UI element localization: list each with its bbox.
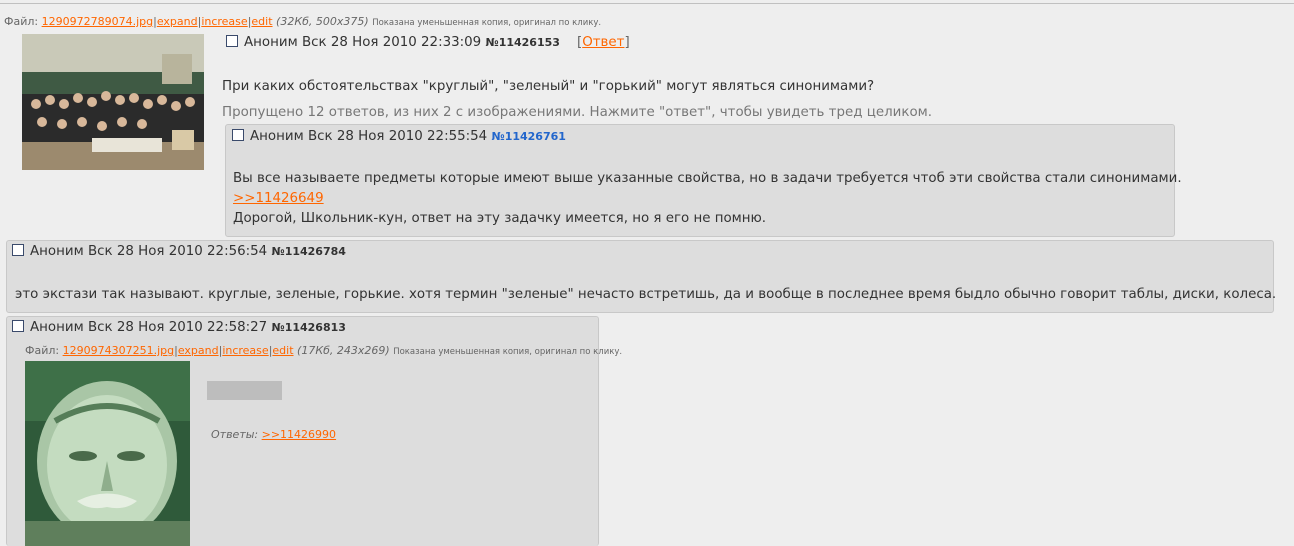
file-label: Файл:	[4, 15, 39, 28]
op-post-number[interactable]: №11426153	[485, 36, 559, 49]
op-reply-link[interactable]: Ответ	[582, 35, 624, 50]
op-edit-link[interactable]: edit	[251, 15, 272, 28]
reply1-message-line1: Вы все называете предметы которые имеют …	[233, 171, 1182, 186]
op-file-meta: (32Кб, 500x375)	[276, 15, 369, 28]
class-photo-image	[22, 34, 204, 170]
op-thumbnail-image[interactable]	[22, 34, 204, 170]
answers-link[interactable]: >>11426990	[262, 428, 336, 441]
top-divider	[0, 3, 1294, 4]
reply3-file-meta: (17Кб, 243x269)	[297, 344, 390, 357]
reply3-increase-link[interactable]: increase	[222, 344, 268, 357]
reply1-author: Аноним	[250, 129, 304, 144]
reply1-header: Аноним Вск 28 Ноя 2010 22:55:54 №1142676…	[232, 129, 566, 144]
op-header: Аноним Вск 28 Ноя 2010 22:33:09 №1142615…	[226, 35, 630, 50]
op-expand-link[interactable]: expand	[157, 15, 198, 28]
reply3-select-checkbox[interactable]	[12, 320, 24, 332]
blank-placeholder	[207, 381, 282, 400]
reply-bracket-close: ]	[624, 35, 630, 50]
op-author: Аноним	[244, 35, 298, 50]
answers-label: Ответы:	[211, 428, 259, 441]
omitted-notice: Пропущено 12 ответов, из них 2 с изображ…	[222, 105, 932, 120]
file-label: Файл:	[25, 344, 60, 357]
reply1-post-number[interactable]: №11426761	[491, 130, 565, 143]
reply2-message: это экстази так называют. круглые, зелен…	[15, 287, 1277, 302]
op-date: Вск 28 Ноя 2010 22:33:09	[301, 35, 482, 50]
op-select-checkbox[interactable]	[226, 35, 238, 47]
reply2-date: Вск 28 Ноя 2010 22:56:54	[87, 244, 268, 259]
reply1-date: Вск 28 Ноя 2010 22:55:54	[307, 129, 488, 144]
reply-post-11426784: Аноним Вск 28 Ноя 2010 22:56:54 №1142678…	[6, 240, 1277, 313]
op-file-link[interactable]: 1290972789074.jpg	[42, 15, 154, 28]
reply3-expand-link[interactable]: expand	[178, 344, 219, 357]
reply3-edit-link[interactable]: edit	[272, 344, 293, 357]
reply2-author: Аноним	[30, 244, 84, 259]
reply3-date: Вск 28 Ноя 2010 22:58:27	[87, 320, 268, 335]
reply-post-11426813: Аноним Вск 28 Ноя 2010 22:58:27 №1142681…	[6, 316, 622, 546]
op-file-notice: Показана уменьшенная копия, оригинал по …	[372, 18, 602, 28]
reply-post-11426761: Аноним Вск 28 Ноя 2010 22:55:54 №1142676…	[225, 124, 1182, 237]
reply2-post-number[interactable]: №11426784	[271, 245, 345, 258]
reply2-select-checkbox[interactable]	[12, 244, 24, 256]
reply3-post-number[interactable]: №11426813	[271, 321, 345, 334]
op-increase-link[interactable]: increase	[201, 15, 247, 28]
reply2-header: Аноним Вск 28 Ноя 2010 22:56:54 №1142678…	[12, 244, 346, 259]
portrait-image	[25, 361, 190, 546]
reply3-header: Аноним Вск 28 Ноя 2010 22:58:27 №1142681…	[12, 320, 346, 335]
reply1-select-checkbox[interactable]	[232, 129, 244, 141]
op-file-info: Файл: 1290972789074.jpg|expand|increase|…	[4, 15, 602, 28]
op-message: При каких обстоятельствах "круглый", "зе…	[222, 79, 875, 94]
reply3-thumbnail-image[interactable]	[25, 361, 190, 546]
reply3-author: Аноним	[30, 320, 84, 335]
reply1-quote-link[interactable]: >>11426649	[233, 191, 324, 206]
reply3-answers: Ответы: >>11426990	[211, 428, 336, 441]
reply1-message-line2: Дорогой, Школьник-кун, ответ на эту зада…	[233, 211, 767, 226]
reply3-file-notice: Показана уменьшенная копия, оригинал по …	[393, 347, 623, 357]
reply3-file-link[interactable]: 1290974307251.jpg	[63, 344, 175, 357]
reply3-file-info: Файл: 1290974307251.jpg|expand|increase|…	[25, 344, 623, 357]
